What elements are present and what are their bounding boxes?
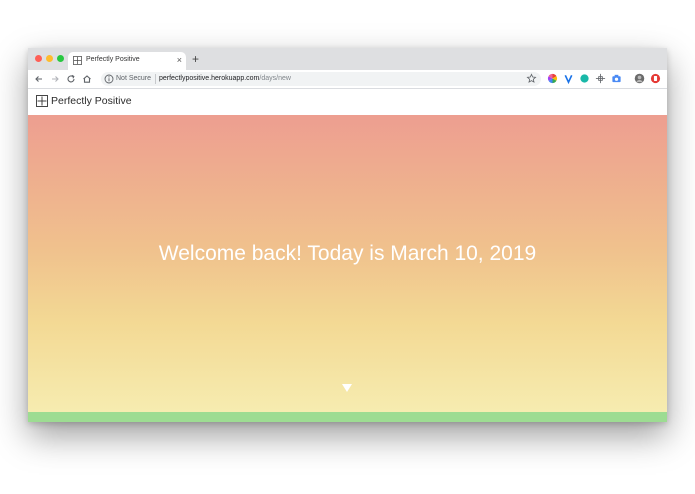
v-extension-icon[interactable] xyxy=(563,73,574,84)
home-icon[interactable] xyxy=(81,73,93,85)
new-tab-button[interactable]: + xyxy=(192,52,199,66)
camera-extension-icon[interactable] xyxy=(611,73,622,84)
url-host: perfectlypositive.herokuapp.com xyxy=(159,75,260,82)
site-header: Perfectly Positive xyxy=(28,89,667,115)
tab-title: Perfectly Positive xyxy=(86,56,140,63)
crosshair-extension-icon[interactable] xyxy=(595,73,606,84)
window-close-button[interactable] xyxy=(35,55,42,62)
reload-icon[interactable] xyxy=(65,73,77,85)
forward-icon[interactable] xyxy=(49,73,61,85)
teal-circle-extension-icon[interactable] xyxy=(579,73,590,84)
address-bar[interactable]: Not Secure perfectlypositive.herokuapp.c… xyxy=(101,72,541,86)
welcome-heading: Welcome back! Today is March 10, 2019 xyxy=(158,242,537,265)
footer-strip xyxy=(28,412,667,422)
site-name[interactable]: Perfectly Positive xyxy=(51,95,132,108)
address-divider xyxy=(155,74,156,84)
security-label: Not Secure xyxy=(116,75,152,82)
back-icon[interactable] xyxy=(33,73,45,85)
url-text[interactable]: perfectlypositive.herokuapp.com/days/new xyxy=(159,74,291,84)
profile-avatar-icon[interactable] xyxy=(634,73,645,84)
color-wheel-extension-icon[interactable] xyxy=(547,73,558,84)
browser-window: Perfectly Positive × + Not Secure perfec… xyxy=(28,48,667,422)
down-triangle-icon[interactable] xyxy=(341,383,353,393)
red-extension-icon[interactable] xyxy=(650,73,661,84)
hero-section: Welcome back! Today is March 10, 2019 xyxy=(28,115,667,412)
tab-perfectly-positive[interactable]: Perfectly Positive × xyxy=(68,52,186,70)
plus-box-icon[interactable] xyxy=(36,95,48,107)
tab-strip: Perfectly Positive × + xyxy=(28,48,667,70)
window-minimize-button[interactable] xyxy=(46,55,53,62)
info-icon[interactable] xyxy=(104,74,114,84)
window-maximize-button[interactable] xyxy=(57,55,64,62)
browser-toolbar: Not Secure perfectlypositive.herokuapp.c… xyxy=(28,70,667,89)
star-icon[interactable] xyxy=(526,73,537,84)
tab-close-button[interactable]: × xyxy=(177,54,182,66)
url-path: /days/new xyxy=(259,75,291,82)
plus-box-favicon-icon xyxy=(73,56,82,65)
